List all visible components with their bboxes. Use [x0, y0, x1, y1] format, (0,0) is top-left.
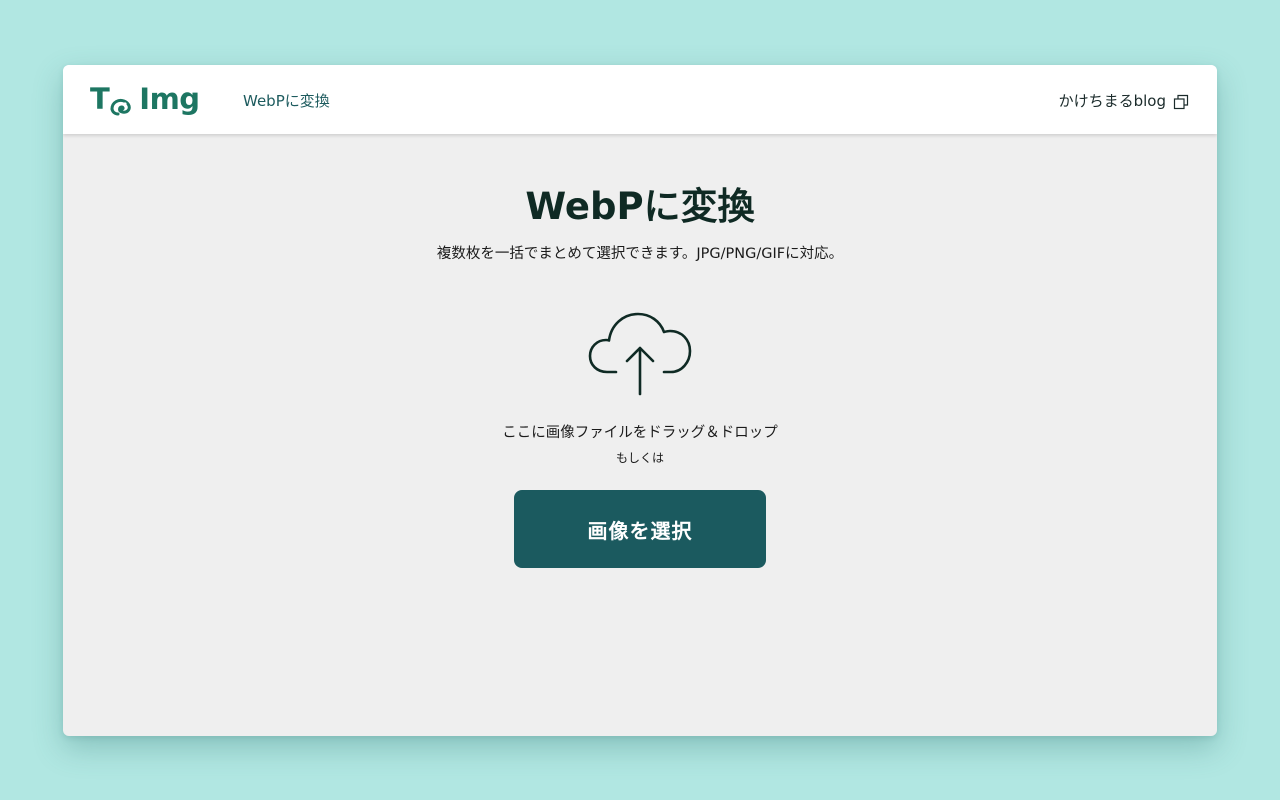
- nav-link-webp[interactable]: WebPに変換: [243, 90, 330, 111]
- file-dropzone[interactable]: ここに画像ファイルをドラッグ＆ドロップ もしくは 画像を選択: [440, 304, 840, 644]
- logo-text-left: T: [90, 82, 110, 116]
- blog-link-label: かけちまるblog: [1058, 92, 1166, 110]
- site-header: T Img WebPに変換 かけちまるblog: [63, 65, 1217, 134]
- cloud-upload-icon: [587, 310, 693, 396]
- page-title: WebPに変換: [525, 185, 755, 228]
- chameleon-icon: [110, 90, 132, 116]
- or-separator: もしくは: [615, 451, 664, 465]
- external-link-icon: [1173, 94, 1189, 110]
- select-image-button[interactable]: 画像を選択: [514, 490, 766, 568]
- blog-link[interactable]: かけちまるblog: [1059, 90, 1189, 111]
- site-logo[interactable]: T Img: [90, 81, 200, 117]
- drop-instruction: ここに画像ファイルをドラッグ＆ドロップ: [502, 425, 778, 441]
- app-window: T Img WebPに変換 かけちまるblog WebPに変換 複数枚を一括でま…: [63, 65, 1217, 736]
- page-subtitle: 複数枚を一括でまとめて選択できます。JPG/PNG/GIFに対応。: [436, 246, 844, 262]
- logo-text-right: Img: [139, 82, 200, 116]
- main-content: WebPに変換 複数枚を一括でまとめて選択できます。JPG/PNG/GIFに対応…: [63, 134, 1217, 736]
